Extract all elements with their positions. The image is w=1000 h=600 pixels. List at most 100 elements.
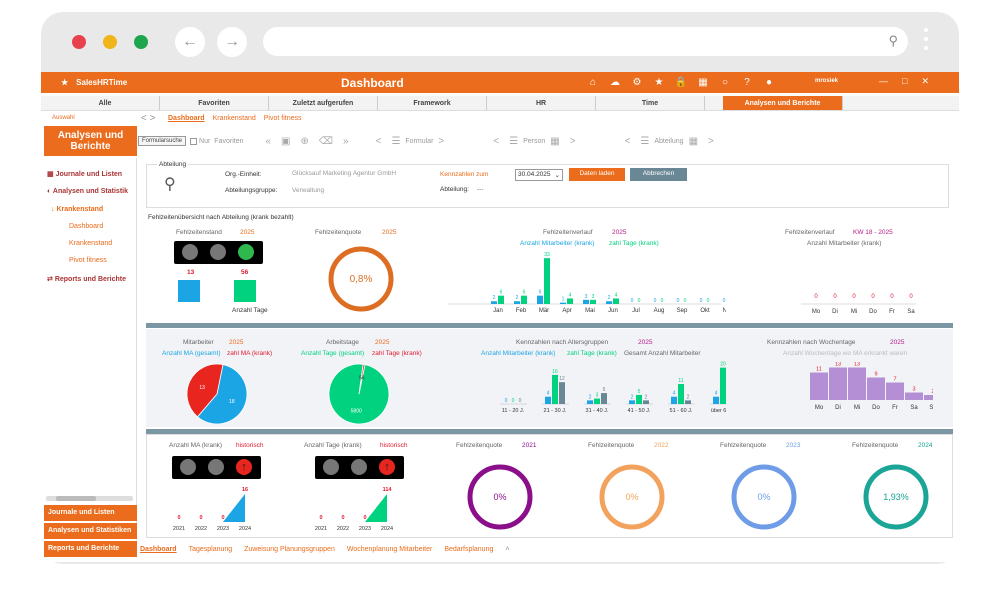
win-maximize-icon[interactable]: □: [902, 76, 907, 87]
bar: [678, 384, 684, 404]
tick-label: 2021: [315, 526, 327, 532]
save-icon[interactable]: ▣: [281, 136, 290, 147]
nav-arrows-icon[interactable]: < >: [141, 113, 155, 124]
nur-checkbox[interactable]: [190, 137, 198, 145]
person-label[interactable]: Person: [523, 138, 545, 145]
bar: [567, 298, 573, 304]
kennzahlen-label: Kennzahlen zum: [440, 171, 489, 178]
stand-title: Fehlzeitenstand: [176, 229, 222, 236]
person-list-icon[interactable]: ☰: [509, 136, 518, 147]
forward-icon[interactable]: →: [217, 27, 247, 57]
prev-form-icon[interactable]: <: [376, 136, 382, 147]
bottom-tab-zuweisung[interactable]: Zuweisung Planungsgruppen: [244, 546, 335, 553]
back-icon[interactable]: ←: [175, 27, 205, 57]
data-label: 13: [835, 362, 841, 368]
calendar-icon[interactable]: ▦: [696, 75, 710, 89]
menu-time[interactable]: Time: [596, 96, 705, 110]
divider: [146, 323, 953, 328]
delete-icon[interactable]: ⌫: [319, 136, 333, 147]
list-icon[interactable]: ☰: [391, 136, 400, 147]
win-close-icon[interactable]: ✕: [921, 76, 929, 87]
star-icon[interactable]: ★: [652, 75, 666, 89]
sidebar-item-analysen[interactable]: ◐ Analysen und Statistik: [47, 188, 128, 195]
caret-up-icon[interactable]: ˄: [505, 546, 509, 553]
sidebar-item-pivot[interactable]: Pivot fitness: [69, 257, 107, 264]
first-record-icon[interactable]: «: [265, 136, 271, 147]
dept-calendar-icon[interactable]: ▦: [689, 136, 698, 147]
subtab-krankenstand[interactable]: Krankenstand: [213, 115, 256, 122]
org-value[interactable]: Glücksauf Marketing Agentur GmbH: [292, 170, 396, 177]
next-form-icon[interactable]: >: [438, 136, 444, 147]
abteilung-label[interactable]: Abteilung: [654, 138, 683, 145]
menu-hr[interactable]: HR: [487, 96, 596, 110]
sidebar-item-krankenstand[interactable]: ↓ Krankenstand: [51, 206, 103, 213]
minimize-dot-icon[interactable]: [103, 35, 117, 49]
close-dot-icon[interactable]: [72, 35, 86, 49]
sidebar-item-krankenstand-sub[interactable]: Krankenstand: [69, 240, 112, 247]
formular-label[interactable]: Formular: [405, 138, 433, 145]
date-field[interactable]: 30.04.2025 ⌄: [515, 169, 563, 181]
cancel-button[interactable]: Abbrechen: [630, 168, 687, 181]
next-dept-icon[interactable]: >: [708, 136, 714, 147]
search-icon[interactable]: ⚲: [164, 174, 176, 194]
prev-dept-icon[interactable]: <: [625, 136, 631, 147]
user-name[interactable]: mrosiek: [815, 78, 838, 84]
arrow-up-icon: ↑: [379, 459, 395, 475]
menu-analysen[interactable]: Analysen und Berichte: [723, 96, 843, 110]
bar: [590, 299, 596, 304]
dept-list-icon[interactable]: ☰: [640, 136, 649, 147]
menu-kebab-icon[interactable]: [924, 28, 928, 55]
bottom-tab-wochenplanung[interactable]: Wochenplanung Mitarbeiter: [347, 546, 432, 553]
search-icon[interactable]: ⚲: [888, 33, 898, 49]
sidebar-footer-journale[interactable]: Journale und Listen: [44, 505, 137, 521]
lock-icon[interactable]: 🔒: [674, 75, 688, 89]
load-data-button[interactable]: Daten laden: [569, 168, 625, 181]
bottom-tab-dashboard[interactable]: Dashboard: [140, 546, 177, 553]
settings-icon[interactable]: ⚙: [630, 75, 644, 89]
subtab-dashboard[interactable]: Dashboard: [168, 115, 205, 122]
data-label: 6: [539, 290, 542, 296]
bottom-tab-bedarfsplanung[interactable]: Bedarfsplanung: [444, 546, 493, 553]
date-value: 30.04.2025: [518, 171, 551, 178]
sidebar-scrollbar[interactable]: [46, 496, 133, 501]
sidebar-item-reports[interactable]: ⇄ Reports und Berichte: [47, 275, 126, 283]
cloud-upload-icon[interactable]: ☁: [608, 75, 622, 89]
tick-label: Mi: [854, 405, 860, 411]
sidebar-footer-analysen[interactable]: Analysen und Statistiken: [44, 523, 137, 539]
address-bar[interactable]: ⚲: [263, 27, 908, 56]
menu-favoriten[interactable]: Favoriten: [160, 96, 269, 110]
prev-person-icon[interactable]: <: [493, 136, 499, 147]
home-icon[interactable]: ⌂: [586, 75, 600, 89]
user-icon[interactable]: ●: [762, 75, 776, 89]
sidebar-item-journale[interactable]: ▦ Journale und Listen: [47, 170, 122, 178]
person-calendar-icon[interactable]: ▦: [550, 136, 559, 147]
add-icon[interactable]: ⊕: [301, 136, 309, 147]
data-label: 2: [493, 295, 496, 301]
menu-alle[interactable]: Alle: [51, 96, 160, 110]
favoriten-label[interactable]: Favoriten: [214, 138, 243, 145]
abteilung-field-label: Abteilung:: [440, 186, 469, 193]
win-minimize-icon[interactable]: —: [879, 76, 888, 87]
tick-label: über 60 J.: [711, 408, 726, 414]
chat-icon[interactable]: ○: [718, 75, 732, 89]
data-label: 3: [596, 393, 599, 399]
help-icon[interactable]: ?: [740, 75, 754, 89]
breadcrumb[interactable]: Auswahl: [52, 115, 75, 121]
menu-framework[interactable]: Framework: [378, 96, 487, 110]
bar: [560, 302, 566, 304]
subtab-pivot[interactable]: Pivot fitness: [264, 115, 302, 122]
last-record-icon[interactable]: »: [343, 136, 349, 147]
bar: [583, 299, 589, 304]
abteilung-field-value[interactable]: ---: [477, 186, 484, 193]
data-label: 0: [852, 294, 856, 300]
sidebar-item-dashboard[interactable]: Dashboard: [69, 223, 103, 230]
maximize-dot-icon[interactable]: [134, 35, 148, 49]
next-person-icon[interactable]: >: [570, 136, 576, 147]
data-label: 9: [874, 372, 877, 378]
menu-zuletzt[interactable]: Zuletzt aufgerufen: [269, 96, 378, 110]
data-label: 3: [592, 294, 595, 300]
group-value[interactable]: Verwaltung: [292, 187, 324, 194]
bottom-tab-tagesplanung[interactable]: Tagesplanung: [189, 546, 233, 553]
sidebar-footer-reports[interactable]: Reports und Berichte: [44, 541, 137, 557]
form-search-button[interactable]: Formularsuche: [138, 136, 187, 146]
